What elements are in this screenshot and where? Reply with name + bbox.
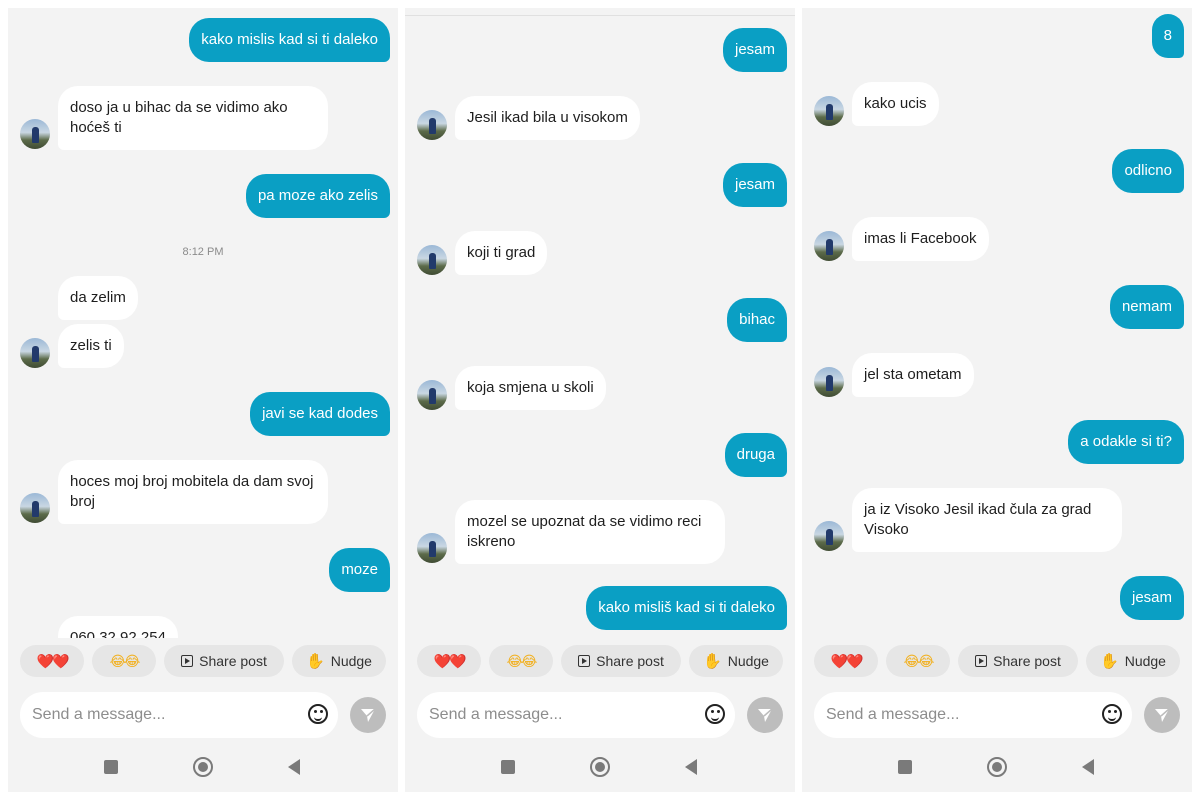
hearts-reaction-button[interactable]: ❤️❤️ — [20, 645, 84, 677]
nav-recents-icon[interactable] — [104, 760, 118, 774]
message-incoming: jel sta ometam — [852, 353, 974, 397]
message-input[interactable] — [417, 692, 735, 738]
emoji-icon[interactable] — [705, 704, 725, 724]
message-outgoing: 8 — [1151, 14, 1184, 58]
avatar[interactable] — [814, 96, 844, 126]
quick-actions: ❤️❤️ 😂😂 Share post ✋ Nudge — [405, 645, 795, 679]
send-button[interactable] — [1144, 697, 1180, 733]
message-incoming: koja smjena u skoli — [455, 366, 606, 410]
message-input[interactable] — [814, 692, 1132, 738]
message-outgoing: jesam — [722, 163, 787, 207]
message-timestamp: 8:12 PM — [182, 246, 224, 258]
message-incoming: koji ti grad — [455, 231, 548, 275]
avatar[interactable] — [20, 338, 50, 368]
message-outgoing: kako mislis kad si ti daleko — [189, 18, 390, 62]
message-outgoing: moze — [329, 548, 390, 592]
avatar[interactable] — [814, 367, 844, 397]
avatar[interactable] — [814, 231, 844, 261]
nav-back-icon[interactable] — [685, 759, 697, 775]
nudge-icon: ✋ — [703, 653, 722, 670]
system-nav-bar — [405, 756, 795, 778]
message-composer — [802, 692, 1192, 738]
nav-home-icon[interactable] — [193, 757, 213, 777]
nudge-button[interactable]: ✋ Nudge — [292, 645, 386, 677]
avatar[interactable] — [417, 380, 447, 410]
message-incoming: ja iz Visoko Jesil ikad čula za grad Vis… — [852, 488, 1122, 552]
laugh-reaction-button[interactable]: 😂😂 — [489, 645, 553, 677]
nav-back-icon[interactable] — [1082, 759, 1094, 775]
chat-screen-1: kako mislis kad si ti daleko doso ja u b… — [8, 8, 398, 792]
message-composer — [8, 692, 398, 738]
message-input[interactable] — [20, 692, 338, 738]
chat-thread: kako mislis kad si ti daleko doso ja u b… — [8, 8, 398, 638]
nudge-button[interactable]: ✋ Nudge — [689, 645, 783, 677]
system-nav-bar — [802, 756, 1192, 778]
nav-home-icon[interactable] — [987, 757, 1007, 777]
share-post-button[interactable]: Share post — [958, 645, 1078, 677]
send-icon — [758, 708, 773, 722]
nav-recents-icon[interactable] — [898, 760, 912, 774]
nav-home-icon[interactable] — [590, 757, 610, 777]
message-incoming: mozel se upoznat da se vidimo reci iskre… — [455, 500, 725, 564]
chat-screen-2: jesam Jesil ikad bila u visokom jesam ko… — [405, 8, 795, 792]
emoji-icon[interactable] — [1102, 704, 1122, 724]
send-icon — [1155, 708, 1170, 722]
avatar[interactable] — [417, 533, 447, 563]
quick-actions: ❤️❤️ 😂😂 Share post ✋ Nudge — [8, 645, 398, 679]
share-post-icon — [181, 655, 194, 667]
chat-screen-3: 8 kako ucis odlicno imas li Facebook nem… — [802, 8, 1192, 792]
message-outgoing: javi se kad dodes — [250, 392, 390, 436]
message-composer — [405, 692, 795, 738]
share-post-button[interactable]: Share post — [561, 645, 681, 677]
nav-recents-icon[interactable] — [501, 760, 515, 774]
message-incoming: doso ja u bihac da se vidimo ako hoćeš t… — [58, 86, 328, 150]
send-icon — [361, 708, 376, 722]
share-post-button[interactable]: Share post — [164, 645, 284, 677]
laugh-reaction-button[interactable]: 😂😂 — [886, 645, 950, 677]
nav-back-icon[interactable] — [288, 759, 300, 775]
share-post-icon — [975, 655, 988, 667]
avatar[interactable] — [417, 110, 447, 140]
message-outgoing: pa moze ako zelis — [245, 174, 390, 218]
system-nav-bar — [8, 756, 398, 778]
nudge-button[interactable]: ✋ Nudge — [1086, 645, 1180, 677]
avatar[interactable] — [20, 119, 50, 149]
nudge-icon: ✋ — [306, 653, 325, 670]
nudge-icon: ✋ — [1100, 653, 1119, 670]
message-incoming: kako ucis — [852, 82, 939, 126]
hearts-reaction-button[interactable]: ❤️❤️ — [417, 645, 481, 677]
message-outgoing: a odakle si ti? — [1068, 420, 1184, 464]
message-outgoing: druga — [724, 433, 787, 477]
chat-thread: jesam Jesil ikad bila u visokom jesam ko… — [405, 8, 795, 638]
message-outgoing: bihac — [727, 298, 787, 342]
chat-thread: 8 kako ucis odlicno imas li Facebook nem… — [802, 8, 1192, 638]
message-outgoing: jesam — [1119, 576, 1184, 620]
divider — [405, 15, 795, 16]
send-button[interactable] — [350, 697, 386, 733]
message-incoming: hoces moj broj mobitela da dam svoj broj — [58, 460, 328, 524]
message-outgoing: kako misliš kad si ti daleko — [586, 586, 787, 630]
message-incoming: 060 32 92 254 — [58, 616, 178, 638]
quick-actions: ❤️❤️ 😂😂 Share post ✋ Nudge — [802, 645, 1192, 679]
laugh-reaction-button[interactable]: 😂😂 — [92, 645, 156, 677]
hearts-reaction-button[interactable]: ❤️❤️ — [814, 645, 878, 677]
share-post-icon — [578, 655, 591, 667]
message-incoming: da zelim — [58, 276, 138, 320]
avatar[interactable] — [20, 493, 50, 523]
message-outgoing: nemam — [1109, 285, 1184, 329]
message-incoming: imas li Facebook — [852, 217, 989, 261]
message-incoming: zelis ti — [58, 324, 124, 368]
message-incoming: Jesil ikad bila u visokom — [455, 96, 640, 140]
message-outgoing: jesam — [722, 28, 787, 72]
send-button[interactable] — [747, 697, 783, 733]
avatar[interactable] — [814, 521, 844, 551]
emoji-icon[interactable] — [308, 704, 328, 724]
avatar[interactable] — [417, 245, 447, 275]
message-outgoing: odlicno — [1112, 149, 1184, 193]
